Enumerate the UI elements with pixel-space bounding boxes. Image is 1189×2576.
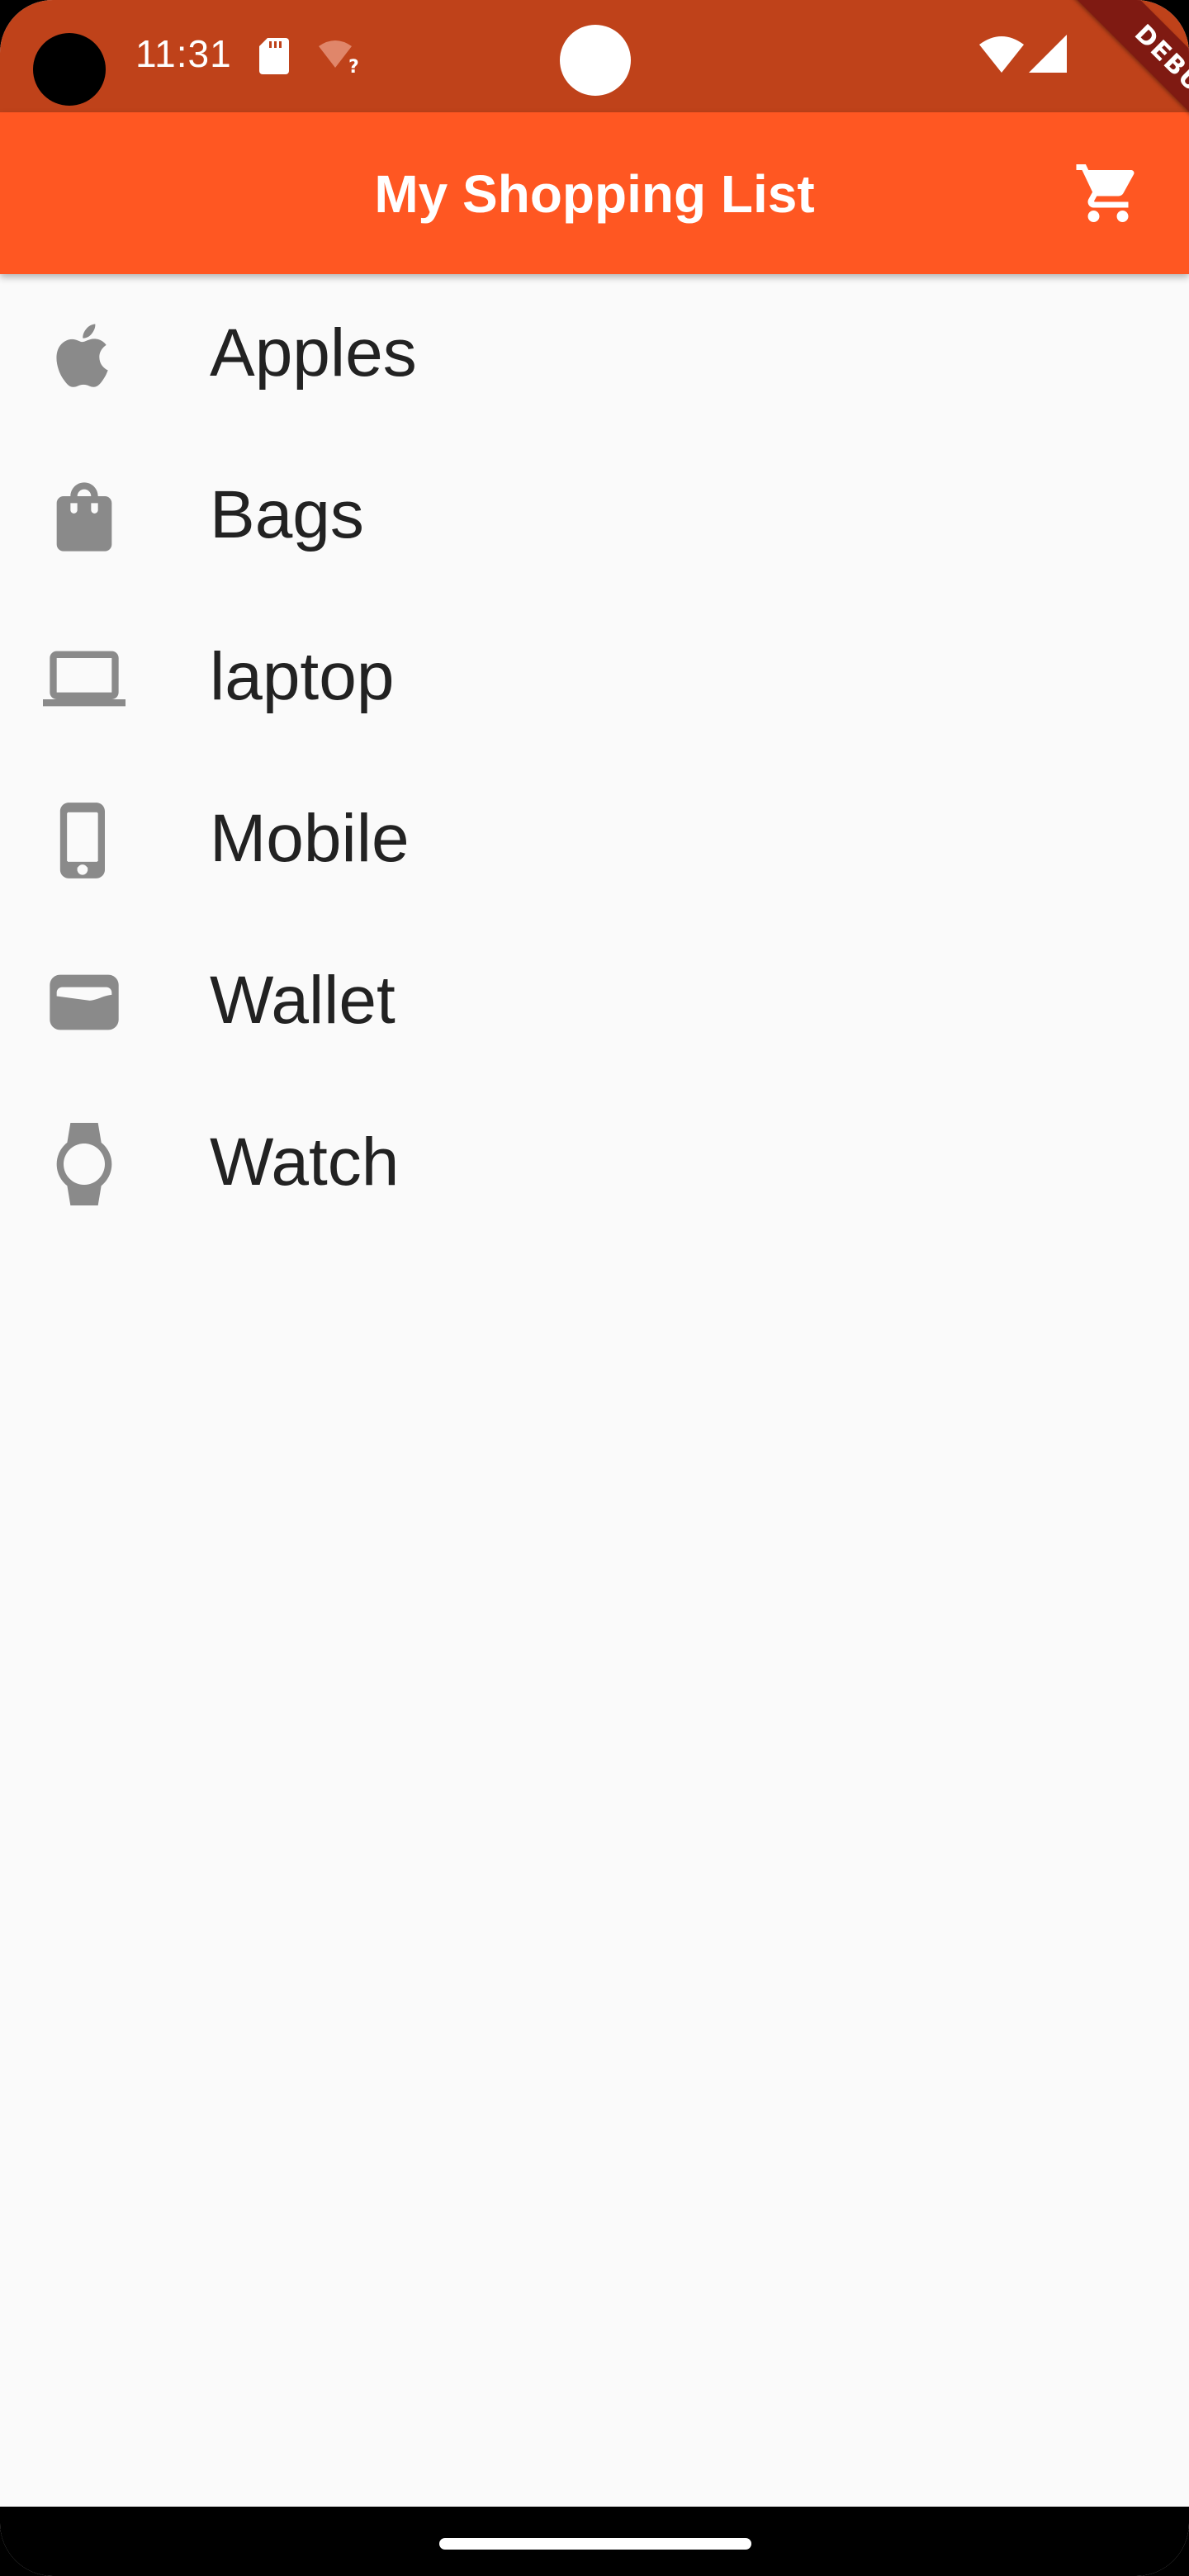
camera-cutout: [33, 33, 106, 106]
list-item-label: Bags: [210, 477, 364, 552]
apple-icon: [43, 314, 126, 396]
shopping-list: Apples Bags laptop Mobile Wallet Watch: [0, 274, 1189, 1245]
list-item-label: Wallet: [210, 963, 396, 1038]
status-bar: 11:31 ?: [0, 0, 1189, 112]
list-item-label: Watch: [210, 1125, 400, 1200]
list-item-watch[interactable]: Watch: [0, 1083, 1189, 1245]
list-item-mobile[interactable]: Mobile: [0, 760, 1189, 921]
cell-signal-icon: [1029, 35, 1067, 73]
list-item-wallet[interactable]: Wallet: [0, 921, 1189, 1083]
sd-card-icon: [259, 38, 289, 74]
phone-screen: 11:31 ? DEBUG My Shopping List Apples Ba…: [0, 0, 1189, 2576]
list-item-label: Apples: [210, 315, 417, 391]
system-nav-bar: [0, 2507, 1189, 2576]
shopping-bag-icon: [43, 476, 126, 558]
laptop-icon: [43, 637, 126, 720]
list-item-label: Mobile: [210, 801, 410, 876]
list-item-bags[interactable]: Bags: [0, 436, 1189, 598]
svg-text:?: ?: [348, 57, 359, 74]
app-bar: My Shopping List: [0, 112, 1189, 274]
phone-icon: [43, 799, 126, 882]
home-gesture-handle[interactable]: [439, 2538, 751, 2550]
wallet-icon: [43, 961, 126, 1044]
wifi-unknown-icon: ?: [317, 40, 362, 78]
cart-button[interactable]: [1073, 159, 1143, 228]
list-item-laptop[interactable]: laptop: [0, 598, 1189, 760]
status-indicator-dot: [560, 25, 631, 96]
list-item-label: laptop: [210, 639, 395, 714]
wifi-icon: [979, 36, 1024, 73]
watch-icon: [43, 1123, 126, 1205]
list-item-apples[interactable]: Apples: [0, 274, 1189, 436]
status-time: 11:31: [135, 32, 232, 75]
page-title: My Shopping List: [374, 164, 815, 224]
shopping-cart-icon: [1076, 164, 1135, 222]
